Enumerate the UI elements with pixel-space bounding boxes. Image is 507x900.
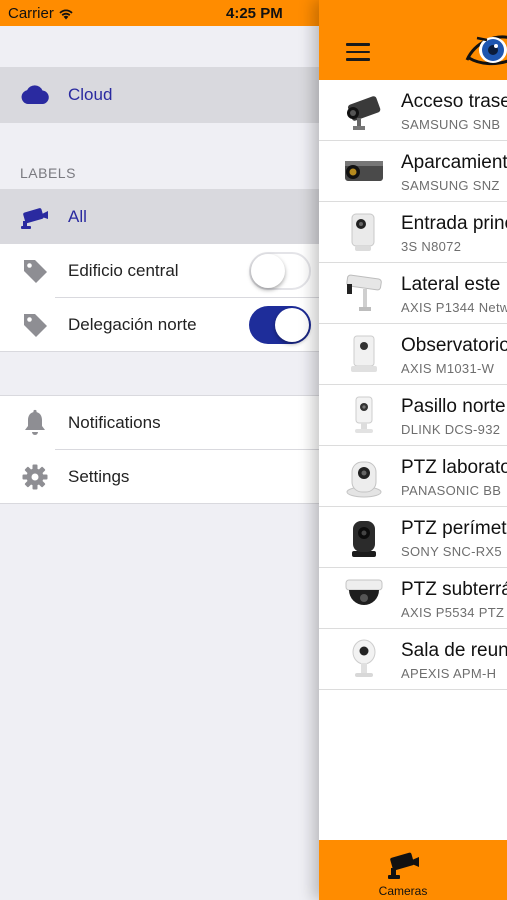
menu-item-label: Notifications — [68, 413, 161, 432]
camera-model: DLINK DCS-932 — [401, 422, 501, 437]
eye-logo-icon — [465, 35, 507, 66]
box-camera-thumbnail — [345, 161, 383, 181]
tag-icon — [20, 257, 50, 285]
cameras-panel: Acceso trasero SAMSUNG SNB Aparcamiento … — [319, 0, 507, 900]
clock: 4:25 PM — [226, 5, 283, 22]
bullet-camera-thumbnail — [346, 274, 382, 311]
divider — [0, 122, 320, 123]
label-item-delegacion-norte[interactable]: Delegación norte — [0, 298, 320, 352]
camera-row[interactable]: Acceso trasero SAMSUNG SNB — [319, 80, 507, 141]
menu-item-label: Cloud — [68, 85, 113, 104]
camera-name: PTZ laboratorio — [401, 457, 507, 478]
camera-name: Lateral este — [401, 274, 501, 295]
camera-model: AXIS P1344 Network — [401, 300, 507, 315]
menu-item-cloud[interactable]: Cloud — [0, 68, 320, 122]
camera-model: 3S N8072 — [401, 239, 462, 254]
security-camera-icon — [388, 852, 419, 879]
camera-name: Aparcamiento — [401, 152, 507, 173]
label-item-label: Delegación norte — [68, 315, 197, 334]
camera-row[interactable]: Sala de reuniones APEXIS APM-H — [319, 629, 507, 690]
menu-item-settings[interactable]: Settings — [0, 450, 320, 504]
tag-icon — [20, 311, 50, 339]
label-toggle-edificio-central[interactable] — [249, 252, 311, 290]
gear-icon — [20, 463, 50, 491]
camera-list: Acceso trasero SAMSUNG SNB Aparcamiento … — [319, 80, 507, 690]
carrier-info: Carrier — [8, 5, 74, 22]
ptz-camera-thumbnail — [346, 461, 382, 498]
camera-model: SAMSUNG SNB — [401, 117, 501, 132]
divider — [0, 503, 320, 504]
camera-row[interactable]: PTZ perímetro SONY SNC-RX5 — [319, 507, 507, 568]
cloud-icon — [20, 81, 50, 109]
menu-item-label: Settings — [68, 467, 130, 486]
hamburger-menu-icon[interactable] — [346, 43, 370, 61]
carrier-label: Carrier — [8, 5, 54, 22]
cube-camera-thumbnail — [355, 396, 373, 433]
camera-name: Acceso trasero — [401, 91, 507, 112]
camera-row[interactable]: Observatorio AXIS M1031-W — [319, 324, 507, 385]
camera-row[interactable]: Aparcamiento SAMSUNG SNZ — [319, 141, 507, 202]
camera-row[interactable]: PTZ laboratorio PANASONIC BB — [319, 446, 507, 507]
camera-name: Pasillo norte — [401, 396, 506, 417]
camera-row[interactable]: Pasillo norte DLINK DCS-932 — [319, 385, 507, 446]
camera-model: PANASONIC BB — [401, 483, 502, 498]
camera-name: Entrada principal — [401, 213, 507, 234]
dome-camera-thumbnail — [345, 579, 383, 605]
side-menu: Cloud LABELS All Edificio central Delega… — [0, 26, 320, 900]
camera-name: Observatorio — [401, 335, 507, 356]
menu-item-all[interactable]: All — [0, 190, 320, 244]
bell-icon — [20, 409, 50, 437]
divider — [0, 351, 320, 352]
nav-bar — [319, 0, 507, 80]
tab-bar: Cameras — [319, 840, 507, 900]
menu-item-notifications[interactable]: Notifications — [0, 396, 320, 450]
camera-model: AXIS M1031-W — [401, 361, 495, 376]
camera-name: PTZ perímetro — [401, 518, 507, 539]
camera-model: AXIS P5534 PTZ — [401, 605, 505, 620]
wifi-icon — [59, 9, 73, 19]
tab-label: Cameras — [378, 884, 428, 898]
camera-row[interactable]: Lateral este AXIS P1344 Network — [319, 263, 507, 324]
camera-row[interactable]: PTZ subterráneo AXIS P5534 PTZ — [319, 568, 507, 629]
camera-model: SONY SNC-RX5 — [401, 544, 502, 559]
label-item-edificio-central[interactable]: Edificio central — [0, 244, 320, 298]
camera-model: APEXIS APM-H — [401, 666, 497, 681]
security-camera-icon — [20, 203, 50, 231]
box-camera-thumbnail — [347, 96, 381, 130]
camera-row[interactable]: Entrada principal 3S N8072 — [319, 202, 507, 263]
cube-camera-thumbnail — [351, 213, 375, 251]
camera-model: SAMSUNG SNZ — [401, 178, 500, 193]
ptz-camera-thumbnail — [352, 521, 376, 557]
label-item-label: Edificio central — [68, 261, 179, 280]
label-toggle-delegacion-norte[interactable] — [249, 306, 311, 344]
camera-name: PTZ subterráneo — [401, 579, 507, 600]
cube-camera-thumbnail — [352, 639, 376, 677]
menu-item-label: All — [68, 207, 87, 226]
labels-section-title: LABELS — [20, 165, 76, 181]
camera-name: Sala de reuniones — [401, 640, 507, 661]
cube-camera-thumbnail — [351, 335, 377, 372]
